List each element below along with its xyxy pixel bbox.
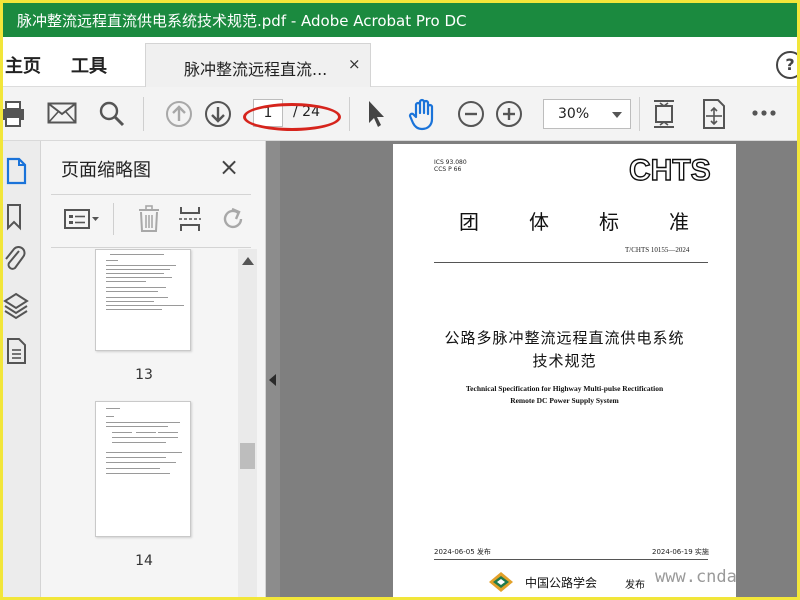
bookmark-icon[interactable] — [5, 203, 25, 231]
page-thumbnails-panel: 页面缩略图 × 13 14 — [41, 141, 266, 597]
tab-document[interactable]: 脉冲整流远程直流... × — [145, 43, 371, 88]
thumbnail-page-13[interactable] — [95, 249, 191, 351]
page-down-icon[interactable] — [204, 100, 232, 128]
chevron-left-icon — [269, 374, 276, 386]
pdf-page: ICS 93.080 CCS P 66 CHTS 团 体 标 准 T/CHTS … — [393, 144, 736, 597]
thumbnail-options-icon[interactable] — [63, 207, 101, 231]
zoom-value: 30% — [558, 106, 590, 122]
tab-row: 主页 工具 脉冲整流远程直流... × ? — [3, 37, 797, 88]
chts-emblem-icon — [489, 572, 513, 592]
zoom-in-icon[interactable] — [495, 100, 523, 128]
toolbar-separator — [639, 97, 640, 131]
close-tab-icon[interactable]: × — [348, 55, 361, 73]
panel-title: 页面缩略图 — [61, 160, 151, 181]
toolbar-separator — [349, 97, 350, 131]
title-cn-line: 技术规范 — [532, 352, 597, 370]
title-en-line: Remote DC Power Supply System — [510, 396, 619, 405]
issue-date: 2024-06-05 发布 — [434, 548, 491, 556]
zoom-out-icon[interactable] — [457, 100, 485, 128]
navigation-rail — [3, 141, 41, 597]
toolbar: 1 / 24 30% — [3, 87, 797, 141]
page-thumbnails-icon[interactable] — [5, 157, 27, 185]
ics-line: ICS 93.080 — [434, 159, 467, 166]
layers-icon[interactable] — [3, 291, 29, 321]
close-panel-icon[interactable]: × — [219, 153, 239, 181]
red-annotation-ellipse — [243, 103, 341, 131]
standard-code: T/CHTS 10155—2024 — [625, 246, 690, 254]
thumbnail-scrollbar[interactable] — [238, 249, 257, 597]
insert-page-icon[interactable] — [177, 205, 203, 233]
standard-type-char: 团 — [459, 210, 479, 234]
publish-label: 发布 — [625, 580, 645, 591]
document-view: ICS 93.080 CCS P 66 CHTS 团 体 标 准 T/CHTS … — [280, 141, 797, 597]
fit-page-icon[interactable] — [651, 97, 677, 131]
attachment-icon[interactable] — [3, 245, 27, 275]
page-up-icon[interactable] — [165, 100, 193, 128]
acrobat-window: 脉冲整流远程直流供电系统技术规范.pdf - Adobe Acrobat Pro… — [3, 3, 797, 597]
scrollbar-thumb[interactable] — [240, 443, 255, 469]
ics-code: ICS 93.080 CCS P 66 — [434, 159, 467, 173]
rotate-page-icon[interactable] — [219, 205, 247, 233]
window-title: 脉冲整流远程直流供电系统技术规范.pdf - Adobe Acrobat Pro… — [17, 12, 467, 30]
thumbnail-list: 13 14 — [41, 249, 238, 597]
more-icon[interactable] — [751, 109, 777, 117]
standard-type-char: 标 — [599, 210, 619, 234]
chts-logo-text: CHTS — [628, 153, 711, 187]
email-icon[interactable] — [47, 102, 77, 124]
title-cn-line: 公路多脉冲整流远程直流供电系统 — [444, 329, 685, 347]
thumbnail-label: 13 — [135, 367, 153, 383]
toolbar-separator — [143, 97, 144, 131]
thumbnail-label: 14 — [135, 553, 153, 569]
select-arrow-icon[interactable] — [365, 99, 387, 129]
panel-divider — [51, 247, 251, 248]
zoom-select[interactable]: 30% — [543, 99, 631, 129]
publisher-name: 中国公路学会 — [525, 576, 598, 590]
chevron-down-icon — [612, 112, 622, 118]
title-en-line: Technical Specification for Highway Mult… — [465, 384, 664, 393]
tab-home[interactable]: 主页 — [5, 52, 41, 78]
help-icon[interactable]: ? — [776, 51, 797, 79]
search-icon[interactable] — [98, 100, 126, 128]
panel-separator — [113, 203, 114, 235]
scroll-mode-icon[interactable] — [700, 98, 728, 130]
ccs-line: CCS P 66 — [434, 166, 462, 173]
title-bar: 脉冲整流远程直流供电系统技术规范.pdf - Adobe Acrobat Pro… — [3, 3, 797, 37]
implementation-date: 2024-06-19 实施 — [652, 548, 709, 556]
scroll-up-icon[interactable] — [242, 257, 254, 265]
page-rule — [434, 559, 708, 560]
standard-type: 团 体 标 准 — [459, 206, 689, 235]
page-rule — [434, 262, 708, 263]
print-icon[interactable] — [3, 100, 27, 128]
standard-type-char: 体 — [529, 210, 549, 234]
tab-document-label: 脉冲整流远程直流... — [184, 60, 328, 79]
thumbnail-page-14[interactable] — [95, 401, 191, 537]
panel-divider — [51, 194, 251, 195]
tab-tools[interactable]: 工具 — [71, 52, 107, 78]
panel-collapse-handle[interactable] — [266, 141, 280, 597]
watermark-text: www.cnda — [655, 567, 737, 587]
standard-type-char: 准 — [669, 210, 689, 234]
hand-tool-icon[interactable] — [407, 97, 439, 131]
document-list-icon[interactable] — [5, 337, 27, 365]
trash-icon[interactable] — [137, 205, 161, 233]
